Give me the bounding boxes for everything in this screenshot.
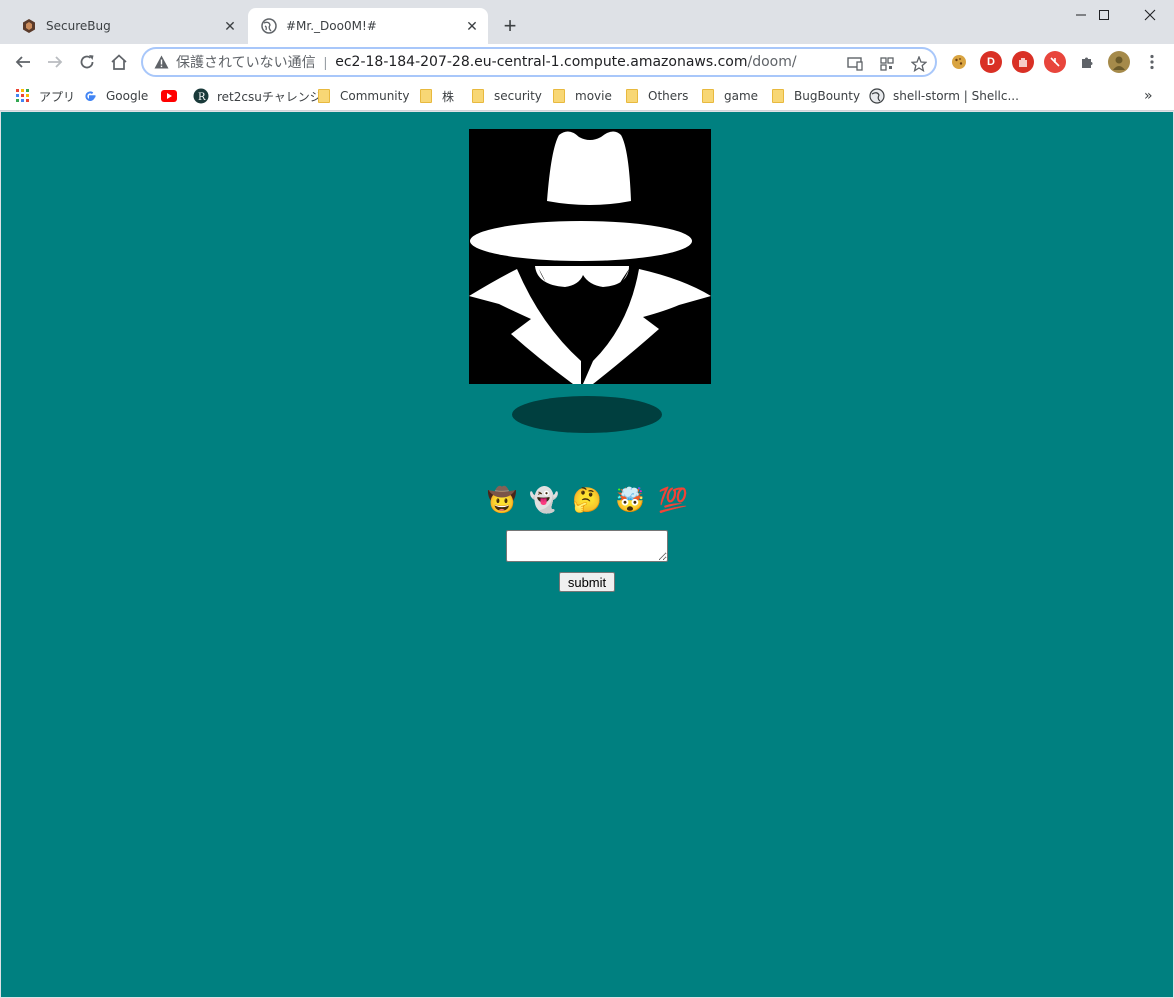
bookmark-label: ret2csuチャレンジ bbox=[217, 89, 322, 104]
thinking-emoji-icon: 🤔 bbox=[572, 487, 602, 514]
apps-grid-icon bbox=[15, 88, 31, 104]
bookmark-label: アプリ bbox=[39, 89, 76, 104]
bookmark-ret2csu[interactable]: R ret2csuチャレンジ bbox=[193, 86, 322, 106]
bookmark-apps[interactable]: アプリ bbox=[15, 86, 75, 106]
bookmark-folder-community[interactable]: Community bbox=[316, 86, 409, 106]
folder-icon bbox=[418, 88, 434, 104]
submit-button[interactable]: submit bbox=[559, 572, 615, 592]
folder-icon bbox=[700, 88, 716, 104]
stop-extension-icon[interactable] bbox=[1012, 51, 1034, 73]
browser-toolbar: 保護されていない通信 | ec2-18-184-207-28.eu-centra… bbox=[0, 44, 1174, 80]
bookmark-label: movie bbox=[575, 89, 612, 103]
page-content: 🤠 👻 🤔 🤯 💯 submit bbox=[1, 112, 1173, 997]
d-extension-icon[interactable]: D bbox=[980, 51, 1002, 73]
youtube-icon bbox=[161, 88, 177, 104]
reload-button[interactable] bbox=[73, 48, 101, 76]
bookmark-label: game bbox=[724, 89, 759, 103]
bookmark-label: security bbox=[494, 89, 542, 103]
bookmark-label: 株 bbox=[442, 89, 455, 104]
globe-icon bbox=[869, 88, 885, 104]
url-path: /doom/ bbox=[747, 54, 797, 70]
url-host: ec2-18-184-207-28.eu-central-1.compute.a… bbox=[335, 54, 748, 70]
bookmark-folder-game[interactable]: game bbox=[700, 86, 758, 106]
bookmark-label: shell-storm | Shellc... bbox=[893, 89, 1019, 103]
svg-text:R: R bbox=[198, 92, 206, 103]
tab-securebug[interactable]: SecureBug ✕ bbox=[8, 8, 246, 44]
answer-textarea[interactable] bbox=[506, 530, 668, 562]
bookmark-label: Google bbox=[106, 89, 149, 103]
maximize-button[interactable] bbox=[1081, 0, 1127, 30]
globe-icon bbox=[261, 18, 277, 34]
bookmarks-bar: アプリ Google R ret2csuチャレンジ Community 株 se… bbox=[0, 80, 1174, 111]
puzzle-extension-icon[interactable] bbox=[1076, 51, 1098, 73]
folder-icon bbox=[316, 88, 332, 104]
tab-doom[interactable]: #Mr._Doo0M!# ✕ bbox=[248, 8, 488, 44]
new-tab-button[interactable]: + bbox=[498, 13, 522, 38]
profile-avatar[interactable] bbox=[1108, 51, 1130, 73]
separator: | bbox=[323, 54, 328, 70]
ghost-emoji-icon: 👻 bbox=[529, 487, 559, 514]
bookmark-shell-storm[interactable]: shell-storm | Shellc... bbox=[869, 86, 1019, 106]
bookmarks-overflow-button[interactable]: » bbox=[1144, 86, 1153, 106]
bookmark-label: Others bbox=[648, 89, 689, 103]
folder-icon bbox=[770, 88, 786, 104]
bookmark-folder-others[interactable]: Others bbox=[624, 86, 688, 106]
ret2csu-icon: R bbox=[193, 88, 209, 104]
cast-icon[interactable] bbox=[845, 54, 865, 74]
folder-icon bbox=[551, 88, 567, 104]
image-shadow bbox=[512, 396, 662, 433]
star-icon[interactable] bbox=[909, 54, 929, 74]
cowboy-emoji-icon: 🤠 bbox=[487, 487, 517, 514]
close-window-button[interactable] bbox=[1127, 0, 1173, 30]
qr-code-icon[interactable] bbox=[877, 54, 897, 74]
warning-icon[interactable] bbox=[153, 54, 169, 70]
bookmark-folder-bugbounty[interactable]: BugBounty bbox=[770, 86, 860, 106]
google-icon bbox=[82, 88, 98, 104]
tab-title: #Mr._Doo0M!# bbox=[286, 19, 377, 33]
tab-strip: SecureBug ✕ #Mr._Doo0M!# ✕ + bbox=[0, 0, 1174, 44]
exploding-head-emoji-icon: 🤯 bbox=[615, 487, 645, 514]
bookmark-folder-stocks[interactable]: 株 bbox=[418, 86, 454, 106]
folder-icon bbox=[470, 88, 486, 104]
security-status-text: 保護されていない通信 bbox=[176, 55, 316, 71]
address-bar[interactable]: 保護されていない通信 | ec2-18-184-207-28.eu-centra… bbox=[141, 47, 937, 77]
bookmark-label: Community bbox=[340, 89, 410, 103]
folder-icon bbox=[624, 88, 640, 104]
bookmark-folder-movie[interactable]: movie bbox=[551, 86, 612, 106]
bookmark-google[interactable]: Google bbox=[82, 86, 148, 106]
cookie-extension-icon[interactable] bbox=[948, 51, 970, 73]
bookmark-youtube[interactable] bbox=[161, 86, 185, 106]
hundred-points-emoji-icon: 💯 bbox=[658, 487, 688, 514]
red-extension-icon[interactable] bbox=[1044, 51, 1066, 73]
tab-title: SecureBug bbox=[46, 19, 111, 33]
home-button[interactable] bbox=[105, 48, 133, 76]
menu-icon[interactable] bbox=[1138, 48, 1166, 76]
bookmark-label: BugBounty bbox=[794, 89, 861, 103]
close-icon[interactable]: ✕ bbox=[462, 16, 482, 36]
securebug-favicon-icon bbox=[21, 18, 37, 34]
close-icon[interactable]: ✕ bbox=[220, 16, 240, 36]
bookmark-folder-security[interactable]: security bbox=[470, 86, 542, 106]
back-button[interactable] bbox=[9, 48, 37, 76]
spy-hat-icon bbox=[469, 129, 711, 384]
forward-button[interactable] bbox=[41, 48, 69, 76]
